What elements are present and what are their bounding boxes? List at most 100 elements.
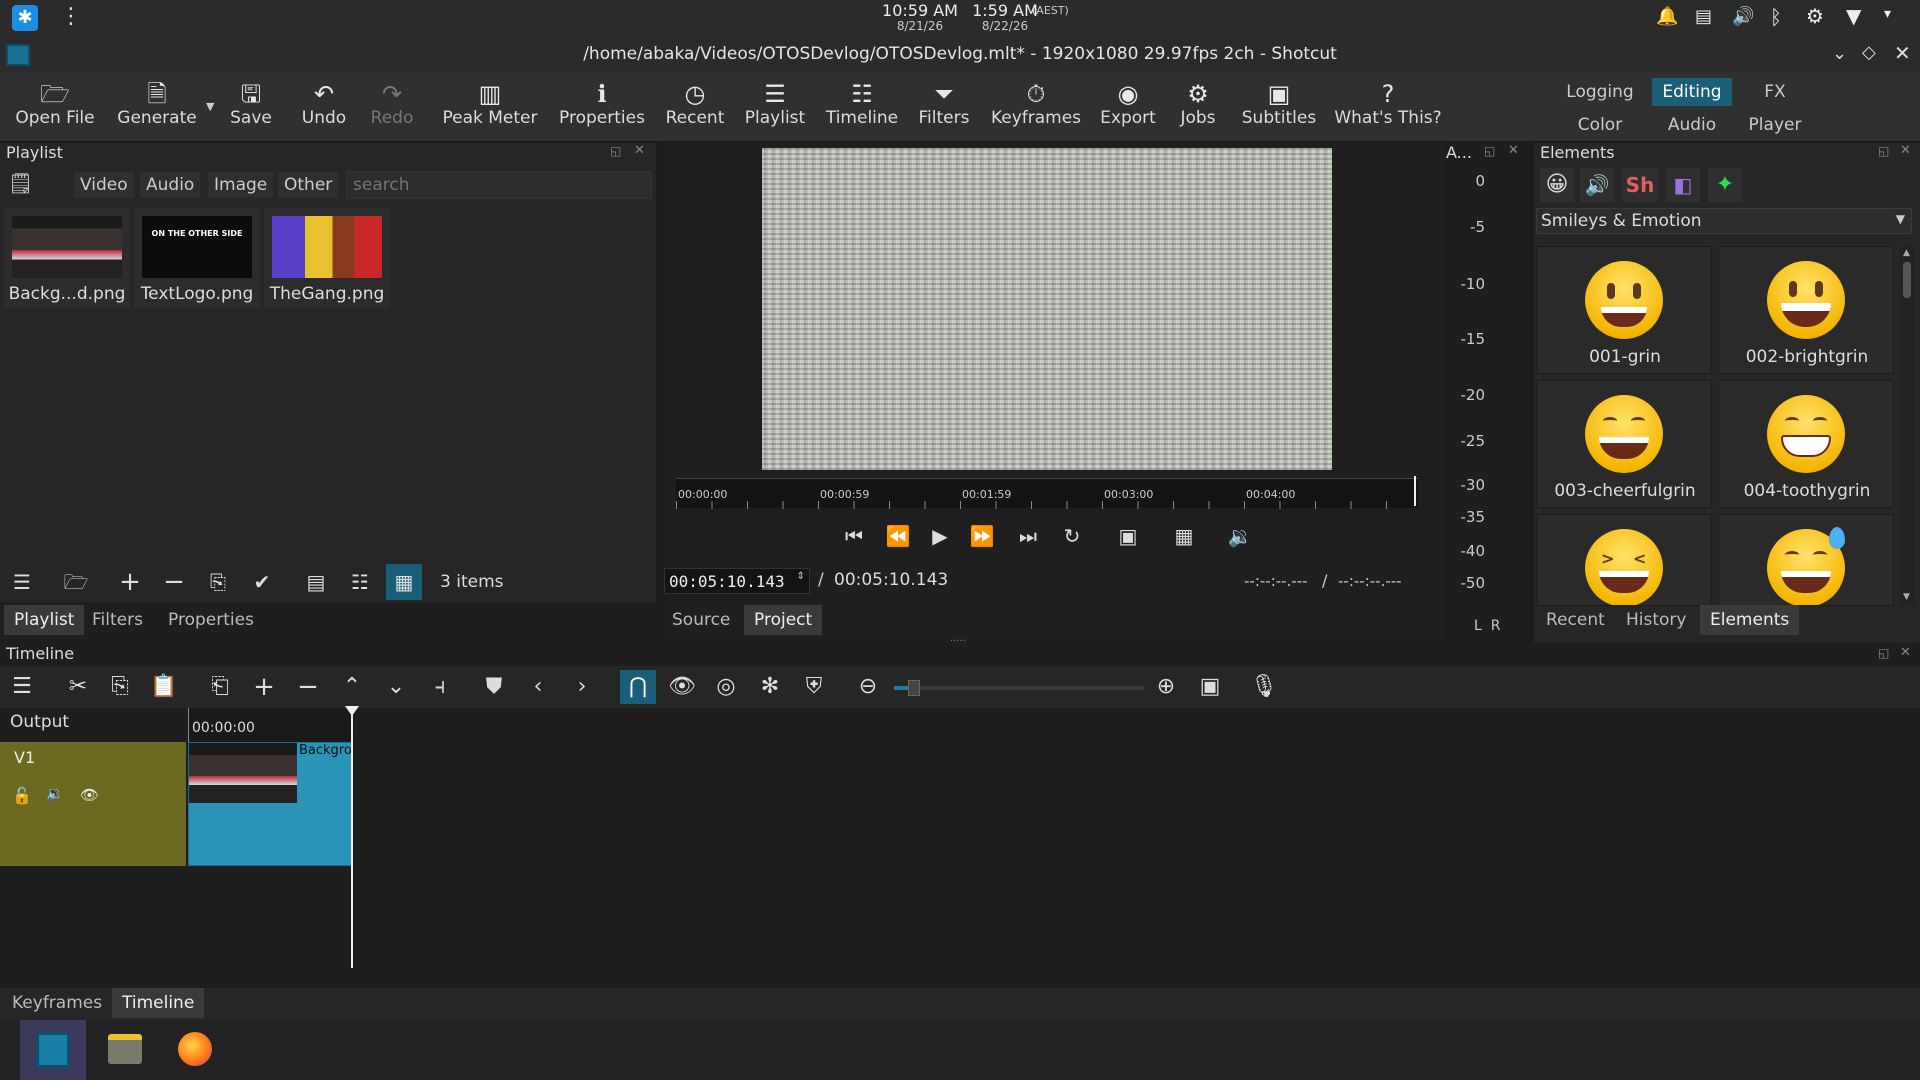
tab-recent[interactable]: Recent xyxy=(1536,605,1615,635)
properties-button[interactable]: ℹ Properties xyxy=(556,80,648,136)
panel-icon[interactable]: ◧ xyxy=(1666,168,1700,202)
app-launcher-icon[interactable]: ✱ xyxy=(12,5,38,31)
timeline-divider[interactable]: ····· xyxy=(950,636,966,647)
close-panel-icon[interactable]: ✕ xyxy=(1508,143,1519,158)
elements-scrollbar[interactable]: ▲ ▼ xyxy=(1900,246,1914,606)
track-header-v1[interactable]: V1 🔓 🔉 👁 xyxy=(0,742,186,866)
timeline-menu-icon[interactable]: ☰ xyxy=(4,670,40,704)
ripple-icon[interactable]: ◎ xyxy=(708,670,744,704)
float-panel-icon[interactable]: ◱ xyxy=(1878,646,1889,660)
volume-control-icon[interactable]: 🔉 xyxy=(1222,518,1258,554)
ripple-all-icon[interactable]: ✻ xyxy=(752,670,788,704)
tab-project[interactable]: Project xyxy=(744,605,823,635)
close-window-icon[interactable]: ✕ xyxy=(1894,41,1911,65)
float-panel-icon[interactable]: ◱ xyxy=(1484,144,1495,158)
element-item[interactable]: 003-cheerfulgrin xyxy=(1536,380,1712,508)
keyframes-button[interactable]: ⏱ Keyframes xyxy=(988,80,1084,136)
filter-audio[interactable]: Audio xyxy=(140,172,201,198)
layout-color[interactable]: Color xyxy=(1560,112,1640,138)
timeline-button[interactable]: ☷ Timeline xyxy=(822,80,902,136)
filter-other[interactable]: Other xyxy=(278,172,339,198)
grid-icon[interactable]: ▦ xyxy=(1166,518,1202,554)
element-item[interactable]: 002-brightgrin xyxy=(1718,246,1894,374)
playlist-item[interactable]: Backg...d.png xyxy=(4,208,130,308)
marker-icon[interactable]: ⛊ xyxy=(476,670,512,704)
zoom-fit-timeline-icon[interactable]: ▣ xyxy=(1192,670,1228,704)
shotcut-taskbar-icon[interactable] xyxy=(20,1020,86,1080)
peak-meter-button[interactable]: ▥ Peak Meter xyxy=(440,80,540,136)
filters-button[interactable]: ⏷ Filters xyxy=(914,80,974,136)
element-item[interactable]: > < xyxy=(1536,514,1712,606)
layout-logging[interactable]: Logging xyxy=(1560,78,1640,106)
fast-forward-icon[interactable]: ⏩ xyxy=(964,518,1000,554)
remove-icon[interactable]: − xyxy=(156,564,192,600)
check-icon[interactable]: ✔ xyxy=(244,564,280,600)
tab-properties[interactable]: Properties xyxy=(158,605,264,635)
zoom-out-icon[interactable]: ⊖ xyxy=(850,670,886,704)
layout-player[interactable]: Player xyxy=(1742,112,1808,138)
whats-this-button[interactable]: ? What's This? xyxy=(1334,80,1442,136)
snap-icon[interactable]: ⋂ xyxy=(620,670,656,704)
details-view-icon[interactable]: ▤ xyxy=(298,564,334,600)
previous-marker-icon[interactable]: ‹ xyxy=(520,670,556,704)
playlist-item[interactable]: TheGang.png xyxy=(264,208,390,308)
tab-playlist[interactable]: Playlist xyxy=(4,605,85,635)
loop-icon[interactable]: ↻ xyxy=(1054,518,1090,554)
open-file-button[interactable]: 🗁 Open File xyxy=(10,80,100,136)
sparkle-icon[interactable]: ✦ xyxy=(1708,168,1742,202)
export-button[interactable]: ◉ Export xyxy=(1098,80,1158,136)
split-icon[interactable]: ⫞ xyxy=(422,670,458,704)
firefox-icon[interactable] xyxy=(162,1020,228,1080)
generate-button[interactable]: 🗎 Generate xyxy=(114,80,200,136)
sh-icon[interactable]: Sh xyxy=(1622,168,1658,202)
add-icon[interactable]: + xyxy=(246,670,282,704)
float-panel-icon[interactable]: ◱ xyxy=(610,144,621,158)
category-select[interactable]: Smileys & Emotion ▼ xyxy=(1536,208,1912,234)
menu-dots-icon[interactable]: ⋮ xyxy=(60,4,82,29)
subtitles-button[interactable]: ▣ Subtitles xyxy=(1238,80,1320,136)
playlist-search-input[interactable] xyxy=(346,171,652,199)
layout-editing[interactable]: Editing xyxy=(1652,78,1732,106)
zoom-slider[interactable] xyxy=(894,680,1144,696)
timeline-playhead[interactable] xyxy=(351,708,353,968)
list-view-icon[interactable]: ☷ xyxy=(342,564,378,600)
next-marker-icon[interactable]: › xyxy=(564,670,600,704)
element-item[interactable] xyxy=(1718,514,1894,606)
notification-icon[interactable]: 🔔 xyxy=(1656,6,1678,27)
playlist-item[interactable]: ON THE OTHER SIDE TextLogo.png xyxy=(134,208,260,308)
filter-video[interactable]: Video xyxy=(74,172,134,198)
element-item[interactable]: 004-toothygrin xyxy=(1718,380,1894,508)
filter-image[interactable]: Image xyxy=(208,172,274,198)
play-icon[interactable]: ▶ xyxy=(922,518,958,554)
skip-to-end-icon[interactable]: ⏭ xyxy=(1010,518,1046,554)
tab-keyframes[interactable]: Keyframes xyxy=(2,988,112,1018)
lift-icon[interactable]: ⌃ xyxy=(334,670,370,704)
playhead-handle[interactable] xyxy=(345,706,359,716)
zoom-fit-icon[interactable]: ▣ xyxy=(1110,518,1146,554)
ripple-markers-icon[interactable]: ⛨ xyxy=(796,670,832,704)
record-audio-icon[interactable]: 🎙 xyxy=(1246,670,1282,704)
update-icon[interactable]: ⎘ xyxy=(200,564,236,600)
visibility-icon[interactable]: 👁 xyxy=(80,786,99,804)
tab-filters[interactable]: Filters xyxy=(82,605,153,635)
playlist-menu-icon[interactable]: 🗒 xyxy=(8,171,34,197)
rewind-icon[interactable]: ⏪ xyxy=(880,518,916,554)
float-panel-icon[interactable]: ◱ xyxy=(1878,144,1889,158)
overwrite-icon[interactable]: ⌄ xyxy=(378,670,414,704)
minimize-icon[interactable]: ⌄ xyxy=(1832,43,1847,64)
settings-icon[interactable]: ⚙ xyxy=(1806,4,1824,28)
close-panel-icon[interactable]: ✕ xyxy=(634,143,645,158)
zoom-slider-handle[interactable] xyxy=(908,680,920,696)
mute-icon[interactable]: 🔉 xyxy=(46,786,63,802)
tab-timeline[interactable]: Timeline xyxy=(112,988,205,1018)
open-folder-icon[interactable]: 🗁 xyxy=(58,564,94,600)
tab-history[interactable]: History xyxy=(1616,605,1696,635)
skip-to-start-icon[interactable]: ⏮ xyxy=(836,518,872,554)
wifi-icon[interactable]: ▼ xyxy=(1846,4,1861,28)
cut-icon[interactable]: ✂ xyxy=(60,670,96,704)
grid-view-icon[interactable]: ▦ xyxy=(386,564,422,600)
playlist-button[interactable]: ☰ Playlist xyxy=(742,80,808,136)
tray-expand-icon[interactable]: ▾ xyxy=(1884,6,1891,22)
clipboard-icon[interactable]: ▤ xyxy=(1695,6,1712,27)
current-time-field[interactable]: 00:05:10.143 ⇕ xyxy=(664,568,810,594)
